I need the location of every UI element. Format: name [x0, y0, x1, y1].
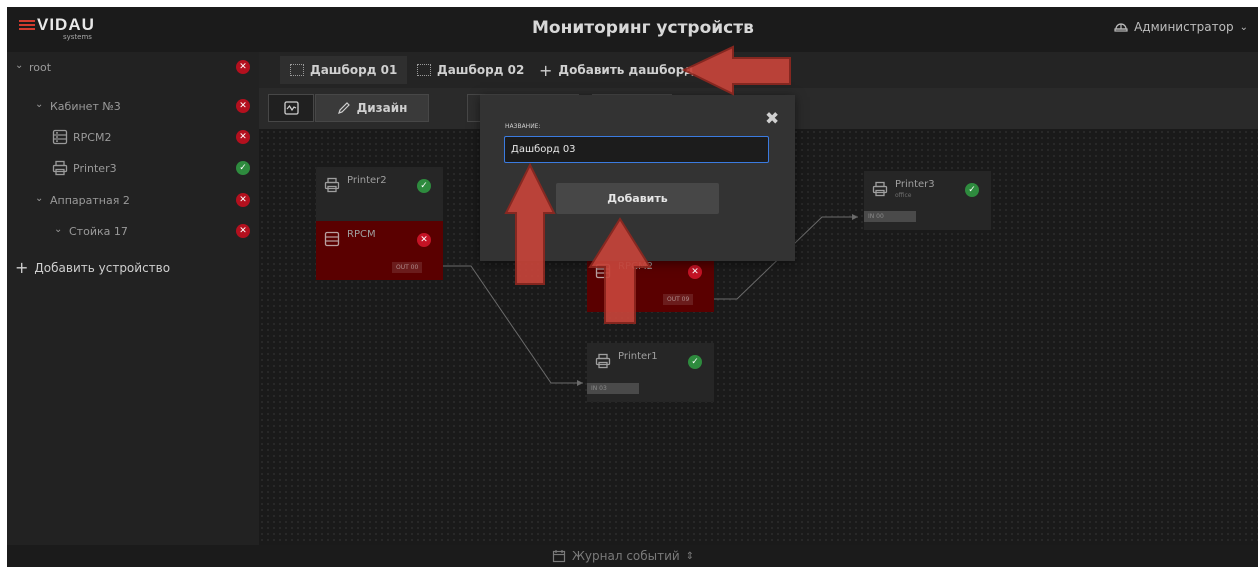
- add-device-label: Добавить устройство: [34, 260, 171, 275]
- chevron-down-icon[interactable]: ⌄: [735, 21, 744, 34]
- user-name: Администратор: [1134, 20, 1234, 34]
- sidebar-item-label: Аппаратная 2: [50, 194, 130, 207]
- sidebar-item-root[interactable]: ⌄ root ✕: [7, 52, 259, 83]
- helmet-icon: [1114, 23, 1128, 32]
- chevron-down-icon[interactable]: ⌄: [54, 224, 62, 235]
- add-device-button[interactable]: + Добавить устройство: [15, 258, 170, 277]
- error-status-icon: ✕: [236, 130, 250, 144]
- node-name: Printer1: [618, 351, 658, 362]
- plus-icon: +: [15, 258, 29, 277]
- node-location: office: [895, 192, 912, 199]
- output-port[interactable]: OUT 00: [392, 262, 423, 273]
- chevron-down-icon: ⌄: [1239, 21, 1248, 33]
- server-icon: [52, 129, 68, 145]
- tab-label: Дашборд 02: [437, 63, 525, 77]
- device-node-printer3[interactable]: Printer3 office ✓ IN 00: [864, 171, 991, 230]
- error-status-icon: ✕: [236, 193, 250, 207]
- sidebar-item-label: root: [29, 61, 52, 74]
- input-port[interactable]: IN 03: [587, 383, 639, 394]
- sidebar-item-label: RPCM2: [73, 131, 112, 144]
- sidebar-item-rack[interactable]: ⌄ Стойка 17 ✕: [7, 216, 259, 247]
- dashboard-grid-icon: [290, 64, 304, 76]
- design-mode-button[interactable]: Дизайн: [315, 94, 429, 122]
- input-port[interactable]: IN 00: [864, 211, 916, 222]
- node-name: Printer3: [895, 179, 935, 190]
- top-strip: [0, 0, 1258, 7]
- server-icon: [595, 263, 611, 279]
- server-icon: [324, 231, 340, 247]
- printer-icon: [872, 181, 888, 197]
- add-dashboard-button[interactable]: + Добавить дашборд: [529, 56, 704, 84]
- add-button[interactable]: Добавить: [556, 183, 719, 214]
- logo-text: VIDAU: [37, 15, 95, 34]
- node-name: RPCM2: [618, 261, 653, 272]
- calendar-icon: [552, 550, 566, 563]
- dashboard-tabs: Дашборд 01 Дашборд 02 + Добавить дашборд: [259, 52, 1258, 88]
- monitor-view-button[interactable]: [268, 94, 314, 122]
- sidebar-item-rpcm2[interactable]: RPCM2 ✕: [7, 122, 259, 153]
- ok-status-icon: ✓: [417, 179, 431, 193]
- printer-icon: [52, 160, 68, 176]
- logo-subtext: systems: [63, 33, 92, 41]
- logo-mark-icon: [19, 20, 35, 30]
- sidebar-item-label: Кабинет №3: [50, 100, 121, 113]
- ok-status-icon: ✓: [688, 355, 702, 369]
- header: VIDAU systems Мониторинг устройств ⌄ Адм…: [7, 7, 1258, 52]
- ok-status-icon: ✓: [236, 161, 250, 175]
- dashboard-name-input[interactable]: Дашборд 03: [504, 136, 769, 163]
- device-node-rpcm[interactable]: RPCM ✕ OUT 00: [316, 221, 443, 280]
- sidebar-item-printer3[interactable]: Printer3 ✓: [7, 153, 259, 184]
- printer-icon: [324, 177, 340, 193]
- node-name: RPCM: [347, 229, 376, 240]
- chevron-down-icon[interactable]: ⌄: [35, 99, 43, 110]
- device-node-rpcm2[interactable]: RPCM2 ✕ OUT 09: [587, 253, 714, 312]
- dashboard-grid-icon: [417, 64, 431, 76]
- printer-icon: [595, 353, 611, 369]
- output-port[interactable]: OUT 09: [663, 294, 694, 305]
- tab-dashboard-02[interactable]: Дашборд 02: [407, 56, 534, 84]
- expand-collapse-icon: ⇕: [685, 550, 695, 562]
- tab-dashboard-01[interactable]: Дашборд 01: [280, 56, 408, 84]
- chevron-down-icon[interactable]: ⌄: [15, 60, 23, 71]
- event-log-toggle[interactable]: Журнал событий ⇕: [552, 549, 694, 563]
- chevron-down-icon[interactable]: ⌄: [35, 193, 43, 204]
- user-menu[interactable]: Администратор ⌄: [1114, 20, 1248, 34]
- ok-status-icon: ✓: [965, 183, 979, 197]
- add-dashboard-dialog: НАЗВАНИЕ: ✖ Дашборд 03 Добавить: [480, 95, 795, 261]
- monitor-chart-icon: [283, 101, 299, 115]
- logo[interactable]: VIDAU systems: [19, 15, 139, 45]
- sidebar-item-label: Printer3: [73, 162, 117, 175]
- sidebar-item-hardware-room[interactable]: ⌄ Аппаратная 2 ✕: [7, 185, 259, 216]
- design-mode-label: Дизайн: [356, 101, 408, 115]
- app-window: VIDAU systems Мониторинг устройств ⌄ Адм…: [7, 7, 1258, 567]
- error-status-icon: ✕: [417, 233, 431, 247]
- sidebar-item-cabinet[interactable]: ⌄ Кабинет №3 ✕: [7, 91, 259, 122]
- device-node-printer2[interactable]: Printer2 ✓: [316, 167, 443, 226]
- error-status-icon: ✕: [236, 224, 250, 238]
- sidebar-item-label: Стойка 17: [69, 225, 128, 238]
- error-status-icon: ✕: [236, 99, 250, 113]
- event-log-label: Журнал событий: [572, 549, 680, 563]
- footer: Журнал событий ⇕: [7, 545, 1258, 567]
- add-dashboard-label: Добавить дашборд: [558, 63, 694, 77]
- device-node-printer1[interactable]: Printer1 ✓ IN 03: [587, 343, 714, 402]
- node-name: Printer2: [347, 175, 387, 186]
- app-title[interactable]: Мониторинг устройств: [532, 18, 754, 38]
- error-status-icon: ✕: [236, 60, 250, 74]
- close-icon[interactable]: ✖: [765, 109, 779, 129]
- tab-label: Дашборд 01: [310, 63, 398, 77]
- name-field-label: НАЗВАНИЕ:: [505, 123, 541, 130]
- error-status-icon: ✕: [688, 265, 702, 279]
- pencil-icon: [337, 102, 350, 114]
- plus-icon: +: [539, 60, 553, 80]
- sidebar: ⌄ root ✕ ⌄ Кабинет №3 ✕ RPCM2 ✕ Printer3…: [7, 52, 259, 545]
